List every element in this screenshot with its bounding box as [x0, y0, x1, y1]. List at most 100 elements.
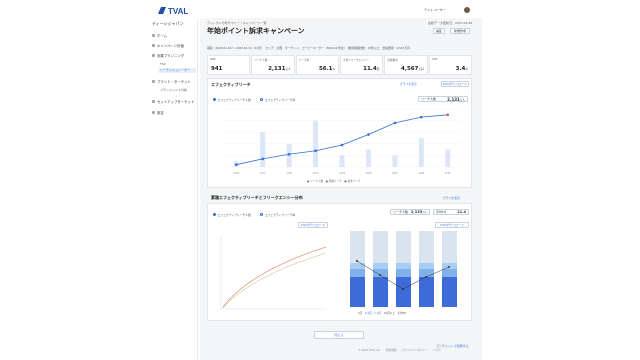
avg-fq-point[interactable] — [448, 266, 450, 268]
bar-reach[interactable] — [365, 149, 371, 167]
radio-off-icon — [260, 213, 264, 216]
freq-bar-segment[interactable] — [373, 231, 388, 263]
csv-download-button[interactable]: CSVダウンロード — [441, 81, 469, 87]
freq-bar-segment[interactable] — [419, 277, 434, 307]
avatar[interactable] — [464, 7, 470, 13]
bar-reach[interactable] — [418, 138, 424, 167]
x-tick-label: 1/25 — [366, 171, 372, 175]
line-point[interactable] — [393, 121, 397, 125]
chat-button[interactable]: 💬 チャットで質問する — [437, 344, 469, 348]
freq-bar-segment[interactable] — [442, 277, 457, 307]
reach-summary: リーチ人数 2,135万人 — [390, 209, 430, 215]
frequency-radios: エフェクティブリーチ人数 エフェクティブリーチ率 — [213, 212, 303, 217]
target-icon — [152, 80, 155, 83]
calendar-icon — [152, 44, 155, 47]
line-point[interactable] — [234, 163, 238, 166]
avg-fq-point[interactable] — [379, 274, 381, 276]
radio-on-icon — [213, 98, 216, 101]
section2-show-graph[interactable]: グラフを表示 — [443, 196, 460, 200]
radio-reach-count[interactable]: エフェクティブリーチ人数 — [213, 98, 251, 102]
radio-effective-rate[interactable]: エフェクティブリーチ率 — [260, 213, 295, 217]
breadcrumb[interactable]: ディレクト分析サマリー / キャンペーン一覧 — [207, 21, 267, 25]
user-name[interactable]: テスト ユーザー — [424, 8, 446, 12]
frequency-distribution-card: エフェクティブリーチ人数 エフェクティブリーチ率 CSVダウンロード リーチ人数… — [207, 203, 472, 321]
gear-icon — [152, 111, 155, 114]
freq-bar-segment[interactable] — [350, 277, 365, 307]
account-selector[interactable]: ディーシジャパン — [152, 21, 184, 27]
kpi-cost: 出稿費用 4,567万円 — [384, 55, 428, 75]
freq-bar-segment[interactable] — [419, 231, 434, 263]
app-logo[interactable]: TVAL — [158, 6, 218, 16]
freq-bar-segment[interactable] — [350, 269, 365, 277]
new-button[interactable]: 新規作成 — [450, 28, 470, 34]
chart-legend: ● リーチ人数 ● 累積リーチ ● 週次リーチ — [307, 179, 361, 183]
freq-bar-segment[interactable] — [396, 269, 411, 277]
reach-type-radios: エフェクティブリーチ人数 エフェクティブリーチ率 — [213, 97, 303, 102]
chat-icon: 💬 — [437, 344, 441, 348]
kpi-grp: GRP 941 — [207, 55, 251, 75]
avg-fq-point[interactable] — [356, 260, 358, 262]
show-graph-link[interactable]: グラフを表示 — [400, 82, 417, 86]
line-point[interactable] — [367, 133, 370, 136]
x-tick-label: 1/16 — [233, 171, 239, 175]
sidebar-item-brand-target[interactable]: ブランド・ターゲット — [152, 78, 196, 85]
line-point[interactable] — [340, 143, 344, 147]
freq-bar-segment[interactable] — [396, 231, 411, 263]
freq-bar-segment[interactable] — [442, 269, 457, 277]
csv-download-left[interactable]: CSVダウンロード — [298, 222, 328, 228]
sidebar-item-effect-planning[interactable]: 効果プランニング — [152, 52, 196, 59]
x-tick-label: 1/17 — [260, 171, 266, 175]
edit-button[interactable]: 編集 — [433, 28, 445, 34]
x-tick-label: 1/29 — [418, 171, 424, 175]
x-tick-label: 1/31 — [445, 171, 451, 175]
freq-bar-segment[interactable] — [442, 231, 457, 263]
line-point[interactable] — [261, 157, 264, 161]
kpi-reach: リーチ人数 2,131万人 — [251, 55, 295, 75]
freq-bar-segment[interactable] — [373, 263, 388, 269]
avg-fq-point[interactable] — [425, 276, 427, 278]
radio-effective-count[interactable]: エフェクティブリーチ人数 — [213, 213, 251, 217]
avg-fq-point[interactable] — [402, 288, 404, 290]
freq-bar-segment[interactable] — [396, 277, 411, 307]
radio-reach-rate[interactable]: エフェクティブリーチ率 — [260, 98, 295, 102]
csv-download-right[interactable]: CSVダウンロード — [435, 222, 469, 228]
sidebar-item-setup-target[interactable]: セットアップターゲット — [152, 98, 196, 105]
line-point[interactable] — [446, 113, 450, 117]
close-button[interactable]: 閉じる — [314, 331, 364, 339]
bar-reach[interactable] — [445, 149, 451, 167]
freq-summary: 平均FQ 11.4 — [433, 209, 469, 215]
line-point[interactable] — [420, 115, 423, 119]
radio-off-icon — [260, 98, 264, 101]
freq-bar-segment[interactable] — [350, 263, 365, 269]
line-point[interactable] — [314, 149, 317, 153]
effective-reach-card: エフェクティブリーチ グラフを表示 CSVダウンロード エフェクティブリーチ人数… — [207, 78, 472, 188]
freq-bar-segment[interactable] — [419, 263, 434, 269]
kpi-row: GRP 941 リーチ人数 2,131万人 リーチ率 56.1% 平均フリークエンシー… — [207, 55, 472, 75]
bar-reach[interactable] — [339, 155, 345, 167]
bar-reach[interactable] — [392, 155, 398, 167]
freq-bar-segment[interactable] — [350, 231, 365, 263]
effective-reach-chart: 1/16 1/17 1/19 1/21 1/23 1/25 1/27 1/29 1/31 ● リー… — [223, 108, 461, 183]
x-tick-label: 1/23 — [339, 171, 345, 175]
cumulative-reach-line — [222, 246, 327, 308]
campaign-meta: 期間：2023.01.16 〜 2023.01.31（16日） エリア：全国 タ… — [207, 46, 410, 50]
home-icon — [152, 34, 155, 37]
line-point[interactable] — [287, 152, 291, 156]
bar-reach[interactable] — [260, 132, 266, 167]
x-tick-label: 1/19 — [286, 171, 292, 175]
sidebar-sub-tsc[interactable]: TSC — [160, 62, 166, 66]
sidebar-sub-brand-lift[interactable]: ブランドリフト分析 — [160, 88, 187, 92]
sidebar-item-home[interactable]: ホーム — [152, 32, 196, 39]
frequency-bar-chart — [350, 231, 457, 307]
sidebar-item-settings[interactable]: 設定 — [152, 109, 196, 116]
freq-bar-segment[interactable] — [373, 277, 388, 307]
sidebar-item-campaign[interactable]: キャンペーン計画 — [152, 42, 196, 49]
footer-links: © 2023 TVAL Inc. 利用規約 プライバシーポリシー ヘルプ — [358, 349, 441, 352]
freq-bar-segment[interactable] — [419, 269, 434, 277]
freq-bar-segment[interactable] — [442, 263, 457, 269]
sidebar-sub-reach-simulator[interactable]: リーチシミュレーター — [158, 68, 196, 73]
freq-bar-segment[interactable] — [396, 263, 411, 269]
bar-reach[interactable] — [313, 120, 319, 167]
freq-legend: 1回 2-4回 5-9回 10回以上 平均FQ — [358, 312, 407, 315]
cumulative-reach-chart — [220, 236, 327, 310]
